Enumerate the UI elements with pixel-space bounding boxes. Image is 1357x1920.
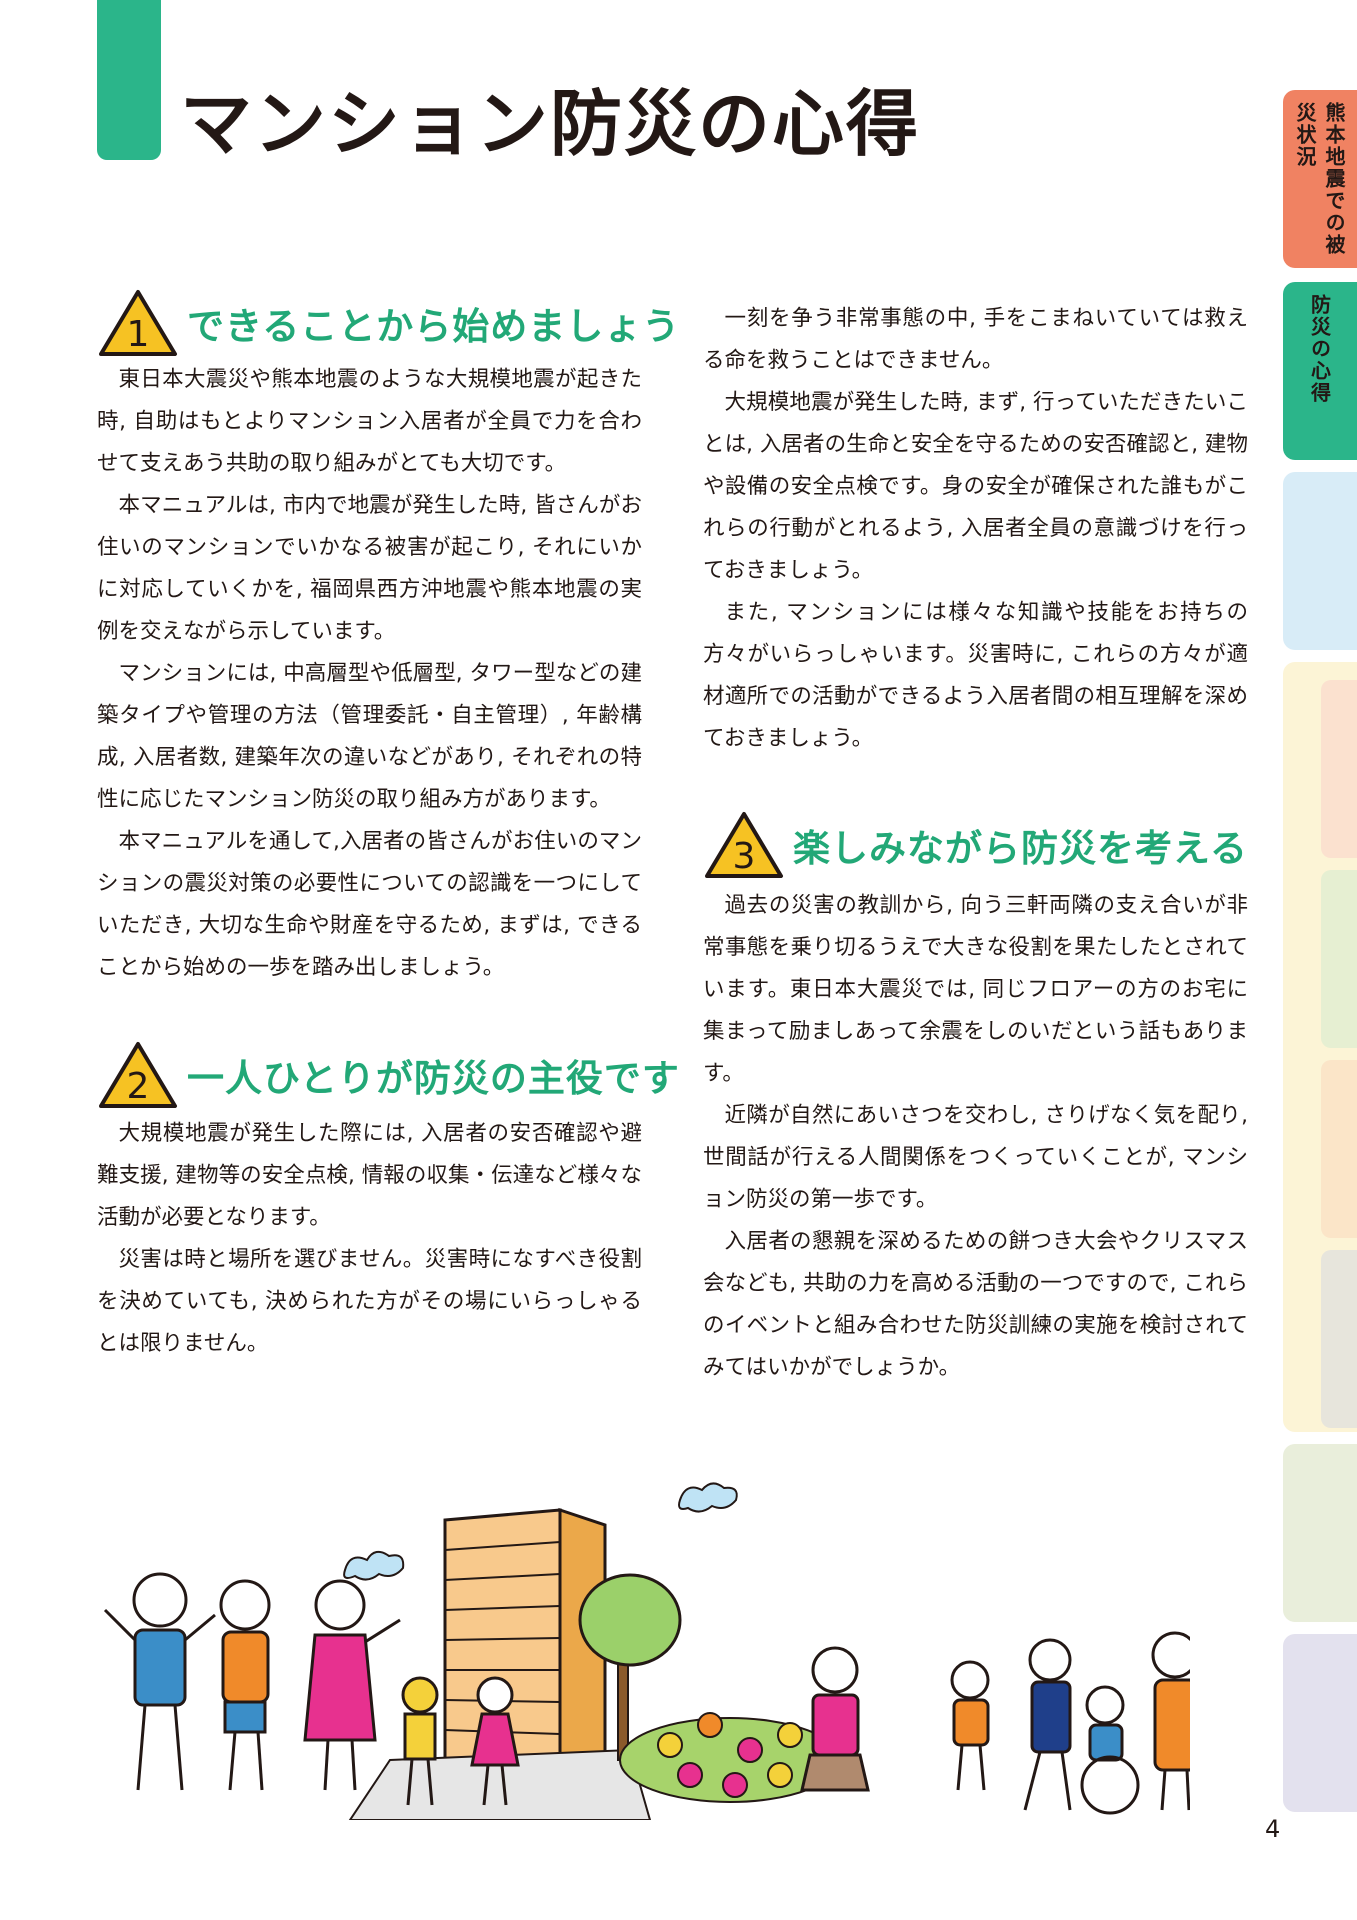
paragraph: 大規模地震が発生した時, まず, 行っていただきたいことは, 入居者の生命と安全… (703, 390, 1248, 583)
section-2-number: 2 (127, 1066, 150, 1107)
tab-section-4[interactable] (1283, 662, 1357, 1432)
section-2-body-right: 一刻を争う非常事態の中, 手をこまねいていては救える命を救うことはできません。 … (703, 298, 1248, 760)
tab-label: 防災の心得 (1307, 294, 1332, 404)
residents-illustration (103, 1482, 1190, 1820)
paragraph: 近隣が自然にあいさつを交わし, さりげなく気を配り, 世間話が行える人間関係をつ… (703, 1103, 1248, 1212)
paragraph: 一刻を争う非常事態の中, 手をこまねいていては救える命を救うことはできません。 (703, 306, 1248, 373)
paragraph: 東日本大震災や熊本地震のような大規模地震が起きた時, 自助はもとよりマンション入… (97, 367, 642, 476)
person (103, 1572, 216, 1791)
tab-inner-block (1321, 1060, 1357, 1238)
paragraph: 過去の災害の教訓から, 向う三軒両隣の支え合いが非常事態を乗り切るうえで大きな役… (703, 893, 1248, 1086)
warning-triangle-icon: 2 (99, 1042, 177, 1108)
person-with-basket (1151, 1631, 1190, 1811)
paragraph: 本マニュアルを通して,入居者の皆さんがお住いのマンションの震災対策の必要性につい… (97, 829, 642, 980)
elderly-person (800, 1646, 870, 1792)
tab-bosai-kokoroe[interactable]: 防災の心得 (1283, 282, 1357, 460)
section-3-number: 3 (733, 836, 756, 877)
page-number: 4 (1265, 1815, 1281, 1843)
tab-inner-block (1321, 680, 1357, 858)
section-3-body: 過去の災害の教訓から, 向う三軒両隣の支え合いが非常事態を乗り切るうえで大きな役… (703, 885, 1248, 1389)
tab-label: 熊本地震での被災状況 (1293, 102, 1346, 256)
section-3-heading: 3 楽しみながら防災を考える (703, 810, 1248, 880)
tab-inner-block (1321, 1250, 1357, 1428)
tab-kumamoto-damage[interactable]: 熊本地震での被災状況 (1283, 90, 1357, 268)
section-2-body-left: 大規模地震が発生した際には, 入居者の安否確認や避難支援, 建物等の安全点検, … (97, 1113, 642, 1365)
section-1-heading: 1 できることから始めましょう (97, 288, 680, 358)
wheelchair-user (1080, 1685, 1140, 1815)
paragraph: マンションには, 中高層型や低層型, タワー型などの建築タイプや管理の方法（管理… (97, 661, 642, 812)
paragraph: 大規模地震が発生した際には, 入居者の安否確認や避難支援, 建物等の安全点検, … (97, 1121, 642, 1230)
paragraph: また, マンションには様々な知識や技能をお持ちの方々がいらっしゃいます。災害時に… (703, 600, 1248, 751)
tab-inner-block (1321, 870, 1357, 1048)
warning-triangle-icon: 1 (99, 290, 177, 356)
title-accent-bar (97, 0, 161, 160)
tab-section-5[interactable] (1283, 1444, 1357, 1622)
tab-section-6[interactable] (1283, 1634, 1357, 1812)
person (303, 1579, 401, 1791)
paragraph: 災害は時と場所を選びません。災害時になすべき役割を決めていても, 決められた方が… (97, 1247, 642, 1356)
section-1-number: 1 (127, 314, 150, 355)
section-2-title: 一人ひとりが防災の主役です (187, 1057, 680, 1100)
section-1-body: 東日本大震災や熊本地震のような大規模地震が起きた時, 自助はもとよりマンション入… (97, 359, 642, 989)
apartment-building (443, 1507, 607, 1772)
elderly-person (950, 1660, 990, 1791)
warning-triangle-icon: 3 (705, 812, 783, 878)
paragraph: 入居者の懇親を深めるための餅つき大会やクリスマス会なども, 共助の力を高める活動… (703, 1229, 1248, 1380)
tab-section-3[interactable] (1283, 472, 1357, 650)
person (219, 1579, 271, 1791)
caregiver (1023, 1638, 1072, 1811)
paragraph: 本マニュアルは, 市内で地震が発生した時, 皆さんがお住いのマンションでいかなる… (97, 493, 642, 644)
page-title: マンション防災の心得 (180, 82, 921, 166)
section-3-title: 楽しみながら防災を考える (793, 827, 1248, 870)
section-2-heading: 2 一人ひとりが防災の主役です (97, 1040, 680, 1110)
section-1-title: できることから始めましょう (187, 305, 681, 348)
